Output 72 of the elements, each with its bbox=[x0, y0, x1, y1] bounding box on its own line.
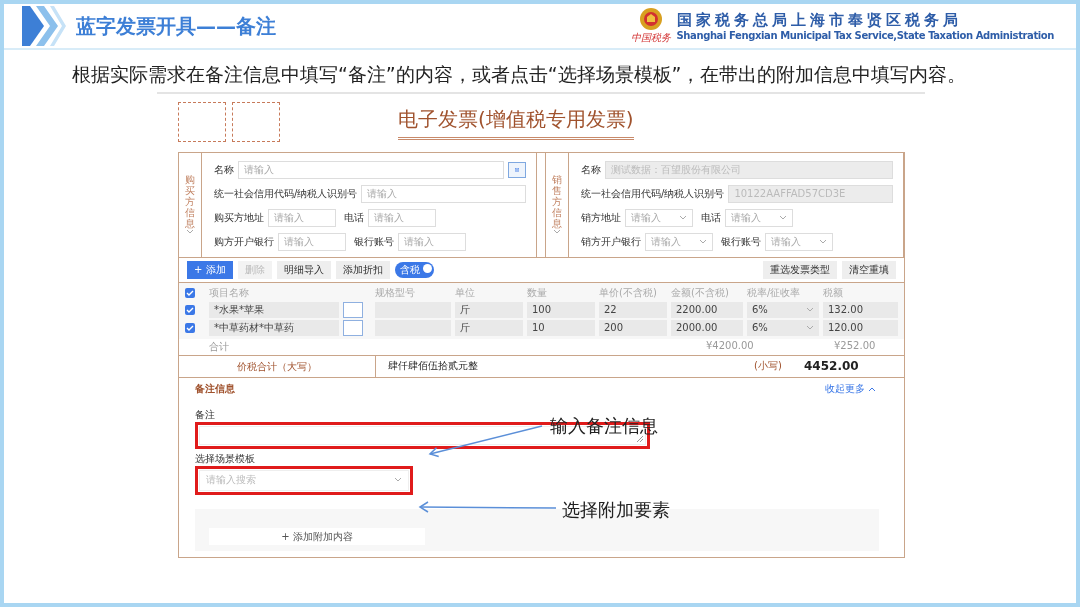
table-cell: 22 bbox=[599, 301, 667, 318]
column-header: 数量 bbox=[527, 285, 548, 300]
toolbar-button[interactable]: 添加折扣 bbox=[335, 260, 390, 279]
input-field[interactable]: 请输入 bbox=[368, 208, 436, 227]
toolbar-button[interactable]: 重选发票类型 bbox=[763, 260, 837, 279]
total-tax: ¥252.00 bbox=[834, 339, 877, 353]
table-cell: 200 bbox=[599, 319, 667, 336]
table-cell: 斤 bbox=[455, 319, 523, 336]
toolbar-button[interactable]: + 添加 bbox=[187, 260, 233, 279]
field-label: 电话 bbox=[344, 210, 364, 225]
column-header: 单位 bbox=[455, 285, 476, 300]
column-header: 金额(不含税) bbox=[671, 285, 730, 300]
slide-title: 蓝字发票开具——备注 bbox=[76, 12, 277, 40]
column-header: 税额 bbox=[823, 285, 844, 300]
callout-text: 选择附加要素 bbox=[562, 498, 670, 522]
tax-toggle[interactable]: 含税 bbox=[394, 261, 434, 278]
table-cell: 2200.00 bbox=[671, 301, 743, 318]
section-title: 备注信息 bbox=[195, 381, 235, 396]
section-label: 购买方信息 bbox=[185, 174, 195, 229]
collapse-link[interactable]: 收起更多 bbox=[825, 381, 876, 396]
table-cell: 132.00 bbox=[823, 301, 898, 318]
table-cell: *水果*苹果 bbox=[209, 301, 339, 318]
column-header: 项目名称 bbox=[209, 285, 250, 300]
input-field[interactable]: 请输入 bbox=[238, 160, 504, 179]
field-label: 备注 bbox=[195, 407, 215, 422]
invoice-title: 电子发票(增值税专用发票) bbox=[398, 106, 634, 140]
field-label: 购买方地址 bbox=[214, 210, 264, 225]
organization-name: 国家税务总局上海市奉贤区税务局 bbox=[676, 11, 963, 30]
toolbar-button[interactable]: 清空重填 bbox=[842, 260, 896, 279]
input-field[interactable]: 请输入 bbox=[278, 232, 346, 251]
table-cell: 2000.00 bbox=[671, 319, 743, 336]
column-header: 单价(不含税) bbox=[599, 285, 658, 300]
amount-in-words: 肆仟肆佰伍拾贰元整 bbox=[387, 359, 479, 373]
input-field[interactable]: 请输入 bbox=[398, 232, 466, 251]
field-label: 购方开户银行 bbox=[214, 234, 274, 249]
add-content-button[interactable]: + 添加附加内容 bbox=[209, 528, 425, 545]
table-cell: 10 bbox=[527, 319, 595, 336]
total-amount: ¥4200.00 bbox=[706, 339, 755, 353]
field-label: 银行账号 bbox=[354, 234, 394, 249]
amount-in-figures: 4452.00 bbox=[804, 359, 860, 373]
input-field[interactable]: 请输入 bbox=[268, 208, 336, 227]
total-label: 合计 bbox=[209, 339, 230, 354]
field-label: 销方开户银行 bbox=[581, 234, 641, 249]
logo-text: 中国税务 bbox=[630, 31, 671, 45]
table-cell: 斤 bbox=[455, 301, 523, 318]
select-field[interactable]: 请输入 bbox=[645, 232, 713, 251]
table-cell: 120.00 bbox=[823, 319, 898, 336]
input-field[interactable]: 请输入 bbox=[361, 184, 526, 203]
instruction-text: 根据实际需求在备注信息中填写“备注”的内容，或者点击“选择场景模板”，在带出的附加信息中填写内容。 bbox=[72, 62, 968, 87]
rate-select[interactable]: 6% bbox=[747, 301, 819, 318]
select-field[interactable]: 请输入搜索 bbox=[199, 469, 409, 491]
column-header: 税率/征收率 bbox=[747, 285, 802, 300]
table-cell: 100 bbox=[527, 301, 595, 318]
section-label: 销售方信息 bbox=[552, 174, 562, 229]
column-header: 规格型号 bbox=[375, 285, 416, 300]
select-field[interactable]: 请输入 bbox=[625, 208, 693, 227]
field-label: 名称 bbox=[581, 162, 601, 177]
organization-name-english: Shanghai Fengxian Municipal Tax Service,State Taxation Administration bbox=[676, 30, 1054, 41]
summary-label: 价税合计（大写） bbox=[179, 355, 376, 377]
field-label: 选择场景模板 bbox=[195, 451, 255, 466]
toolbar-button[interactable]: 明细导入 bbox=[276, 260, 331, 279]
field-label: 电话 bbox=[701, 210, 721, 225]
select-field[interactable]: 请输入 bbox=[765, 232, 833, 251]
rate-select[interactable]: 6% bbox=[747, 319, 819, 336]
field-label: 统一社会信用代码/纳税人识别号 bbox=[581, 186, 725, 201]
field-label: 统一社会信用代码/纳税人识别号 bbox=[214, 186, 358, 201]
summary-label: (小写) bbox=[754, 359, 783, 373]
select-field[interactable]: 请输入 bbox=[725, 208, 793, 227]
field-label: 名称 bbox=[214, 162, 234, 177]
table-cell: *中草药材*中草药 bbox=[209, 319, 339, 336]
field-label: 银行账号 bbox=[721, 234, 761, 249]
field-label: 销方地址 bbox=[581, 210, 621, 225]
